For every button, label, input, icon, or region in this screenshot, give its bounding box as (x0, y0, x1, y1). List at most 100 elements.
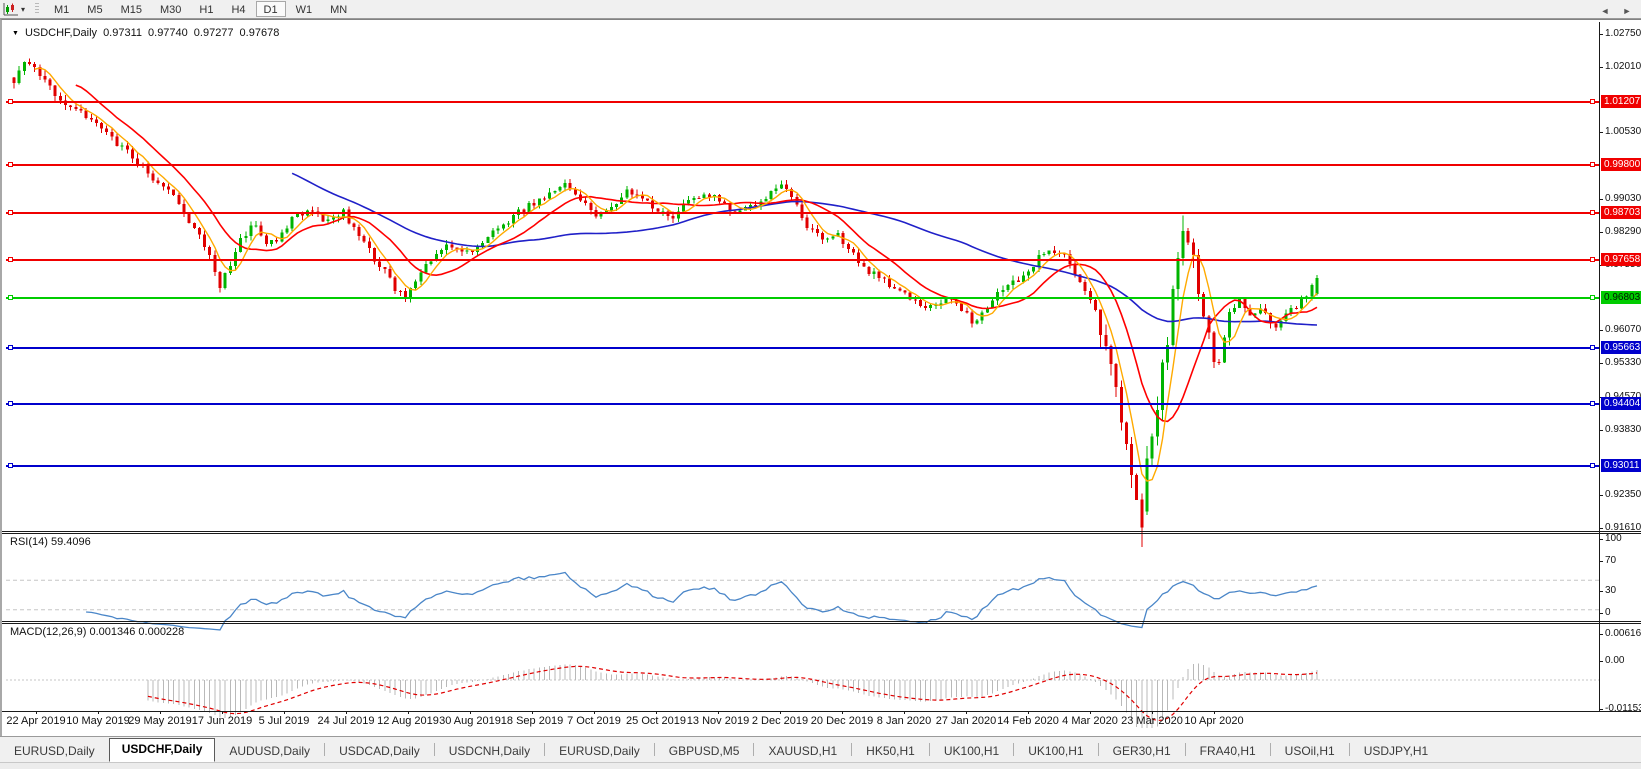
tab-usdchf-daily[interactable]: USDCHF,Daily (108, 738, 216, 762)
tab-usdjpy-h1[interactable]: USDJPY,H1 (1350, 741, 1442, 762)
hline-0.96803[interactable] (6, 296, 1599, 299)
rsi-tick-label: 70 (1605, 555, 1617, 567)
hline-handle[interactable] (8, 462, 13, 468)
hline-handle[interactable] (1590, 462, 1595, 468)
timeframe-toolbar: ▾ M1 M5 M15 M30 H1 H4 D1 W1 MN (0, 0, 1641, 19)
tab-uk100-h1[interactable]: UK100,H1 (1014, 741, 1097, 762)
price-tick-label: 0.92350 (1605, 489, 1641, 501)
hline-1.01207[interactable] (6, 101, 1599, 104)
hline-price-label: 0.96803 (1601, 290, 1641, 304)
rsi-tick-label: 0 (1605, 607, 1611, 618)
timeframe-button-m15[interactable]: M15 (113, 1, 150, 17)
pane-separator[interactable] (2, 621, 1641, 622)
price-tick-label: 1.00530 (1605, 126, 1641, 138)
hline-0.93011[interactable] (6, 464, 1599, 467)
tab-uk100-h1[interactable]: UK100,H1 (930, 741, 1013, 762)
hline-0.94404[interactable] (6, 403, 1599, 406)
candlestick-chart-icon (3, 3, 18, 16)
hline-handle[interactable] (8, 161, 13, 167)
pane-separator (2, 711, 1641, 712)
x-axis-date: 22 Apr 2019 (6, 715, 66, 727)
timeframe-button-m30[interactable]: M30 (152, 1, 189, 17)
main-chart-canvas[interactable] (6, 41, 1599, 550)
hline-handle[interactable] (1590, 294, 1595, 300)
tab-hk50-h1[interactable]: HK50,H1 (852, 741, 929, 762)
x-axis-date: 4 Mar 2020 (1062, 715, 1118, 727)
chart-dropdown-icon[interactable]: ▼ (12, 30, 19, 37)
tab-gbpusd-m5[interactable]: GBPUSD,M5 (655, 741, 754, 762)
tab-ger30-h1[interactable]: GER30,H1 (1099, 741, 1185, 762)
hline-handle[interactable] (1590, 99, 1595, 105)
hline-handle[interactable] (1590, 256, 1595, 262)
x-axis-date: 5 Jul 2019 (258, 715, 310, 727)
x-axis-date: 10 Apr 2020 (1184, 715, 1244, 727)
tab-scroll-right-icon[interactable]: ► (1620, 6, 1634, 16)
price-tick-label: 0.95330 (1605, 357, 1641, 369)
x-axis-date: 24 Jul 2019 (317, 715, 375, 727)
pane-separator[interactable] (2, 531, 1641, 532)
timeframe-buttons: M1 M5 M15 M30 H1 H4 D1 W1 MN (45, 1, 356, 17)
hline-0.97658[interactable] (6, 258, 1599, 261)
hline-handle[interactable] (8, 294, 13, 300)
price-tick-label: 0.99030 (1605, 192, 1641, 204)
hline-handle[interactable] (1590, 210, 1595, 216)
hline-handle[interactable] (1590, 401, 1595, 407)
macd-tick-label: 0.006167 (1605, 627, 1641, 639)
hline-0.95663[interactable] (6, 347, 1599, 350)
hline-price-label: 0.93011 (1601, 458, 1641, 472)
timeframe-button-h1[interactable]: H1 (191, 1, 221, 17)
x-axis-date: 17 Jun 2019 (191, 715, 253, 727)
hline-0.99800[interactable] (6, 163, 1599, 166)
tab-usoil-h1[interactable]: USOil,H1 (1271, 741, 1349, 762)
rsi-pane-canvas[interactable] (6, 553, 1599, 640)
hline-handle[interactable] (8, 345, 13, 351)
ohlc-open: 0.97311 (103, 27, 143, 39)
chart-legend: ▼ USDCHF,Daily 0.97311 0.97740 0.97277 0… (12, 27, 279, 39)
tab-usdcnh-daily[interactable]: USDCNH,Daily (435, 741, 544, 762)
toolbar-grip[interactable] (35, 3, 40, 15)
hline-price-label: 1.01207 (1601, 95, 1641, 109)
timeframe-button-m1[interactable]: M1 (46, 1, 77, 17)
macd-tick-label: 0.00 (1605, 655, 1625, 666)
tab-eurusd-daily[interactable]: EURUSD,Daily (545, 741, 654, 762)
chart-symbol-period: USDCHF,Daily (24, 27, 98, 39)
price-tick-label: 0.98290 (1605, 225, 1641, 237)
hline-handle[interactable] (8, 401, 13, 407)
tab-audusd-daily[interactable]: AUDUSD,Daily (215, 741, 324, 762)
tab-fra40-h1[interactable]: FRA40,H1 (1186, 741, 1270, 762)
pane-separator[interactable] (2, 623, 1641, 624)
chevron-down-icon: ▾ (21, 4, 26, 14)
hline-handle[interactable] (8, 99, 13, 105)
hline-handle[interactable] (1590, 161, 1595, 167)
hline-handle[interactable] (8, 256, 13, 262)
x-axis-date: 23 Mar 2020 (1121, 715, 1183, 727)
hline-price-label: 0.94404 (1601, 397, 1641, 411)
tab-usdcad-daily[interactable]: USDCAD,Daily (325, 741, 434, 762)
price-tick-label: 1.02010 (1605, 60, 1641, 72)
hline-price-label: 0.97658 (1601, 252, 1641, 266)
chart-tool-button[interactable]: ▾ (0, 0, 29, 18)
timeframe-button-mn[interactable]: MN (322, 1, 355, 17)
hline-handle[interactable] (8, 210, 13, 216)
macd-label: MACD(12,26,9) 0.001346 0.000228 (10, 626, 185, 638)
x-axis-date: 7 Oct 2019 (567, 715, 621, 727)
rsi-tick-label: 30 (1605, 584, 1617, 596)
pane-separator[interactable] (2, 533, 1641, 534)
x-axis-date: 10 May 2019 (66, 715, 130, 727)
x-axis-date: 18 Sep 2019 (500, 715, 564, 727)
hline-handle[interactable] (1590, 345, 1595, 351)
hline-price-label: 0.98703 (1601, 206, 1641, 220)
timeframe-button-w1[interactable]: W1 (288, 1, 321, 17)
tab-eurusd-daily[interactable]: EURUSD,Daily (0, 741, 109, 762)
tab-scroll-left-icon[interactable]: ◄ (1598, 6, 1612, 16)
tab-xauusd-h1[interactable]: XAUUSD,H1 (754, 741, 851, 762)
hline-0.98703[interactable] (6, 212, 1599, 215)
x-axis-date: 13 Nov 2019 (686, 715, 750, 727)
mt4-window: { "toolbar": { "chart_tool_icon": "candl… (0, 0, 1641, 769)
price-tick-label: 0.93830 (1605, 423, 1641, 435)
timeframe-button-h4[interactable]: H4 (223, 1, 253, 17)
timeframe-button-m5[interactable]: M5 (79, 1, 110, 17)
hline-price-label: 0.95663 (1601, 341, 1641, 355)
x-axis-date: 12 Aug 2019 (377, 715, 439, 727)
timeframe-button-d1[interactable]: D1 (255, 1, 286, 17)
